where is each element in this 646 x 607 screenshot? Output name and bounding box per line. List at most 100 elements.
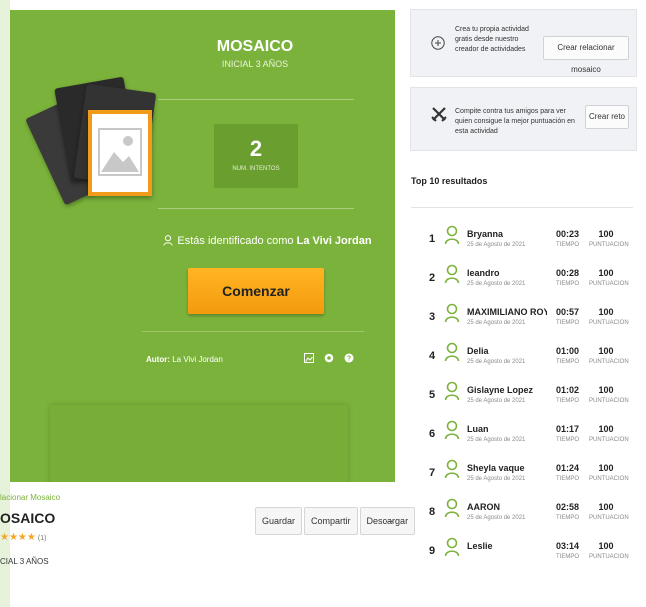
user-avatar-icon xyxy=(444,459,460,484)
score-label: PUNTUACION xyxy=(589,242,629,248)
page-title: OSAICO xyxy=(0,510,56,526)
player-name: MAXIMILIANO ROY CO... xyxy=(467,307,547,317)
time-label: TIEMPO xyxy=(556,281,580,287)
result-time: 00:23 xyxy=(556,229,580,239)
rank-number: 9 xyxy=(429,545,436,557)
player-name: leandro xyxy=(467,268,500,278)
star-icons: ★★★★ xyxy=(0,532,36,543)
score-label: PUNTUACION xyxy=(589,359,629,365)
rank-number: 3 xyxy=(429,311,436,323)
picture-icon[interactable] xyxy=(304,350,314,363)
time-label: TIEMPO xyxy=(556,437,580,443)
user-avatar-icon xyxy=(444,342,460,367)
result-date: 25 de Agosto de 2021 xyxy=(467,515,526,521)
card-icons: ? xyxy=(304,350,354,363)
more-options-button[interactable]: ... xyxy=(385,514,393,525)
level-text: CIAL 3 AÑOS xyxy=(0,557,49,566)
result-score: 100 xyxy=(598,502,614,512)
result-score: 100 xyxy=(598,268,614,278)
result-date: 25 de Agosto de 2021 xyxy=(467,242,526,248)
divider xyxy=(158,208,354,209)
svg-text:?: ? xyxy=(347,356,351,363)
player-name: Bryanna xyxy=(467,229,504,239)
result-score: 100 xyxy=(598,229,614,239)
result-date: 25 de Agosto de 2021 xyxy=(467,476,526,482)
player-name: Delia xyxy=(467,346,489,356)
rank-number: 7 xyxy=(429,467,436,479)
activity-title: MOSAICO xyxy=(216,38,294,55)
leaderboard-title: Top 10 resultados xyxy=(411,176,488,186)
plus-circle-icon xyxy=(431,36,445,55)
result-time: 01:17 xyxy=(556,424,580,434)
time-label: TIEMPO xyxy=(556,398,580,404)
time-label: TIEMPO xyxy=(556,554,580,560)
result-time: 00:28 xyxy=(556,268,580,278)
leaderboard-row: 6 Luan 25 de Agosto de 2021 01:17 TIEMPO 100 P… xyxy=(411,414,633,456)
player-name: Leslie xyxy=(467,541,493,551)
rank-number: 2 xyxy=(429,272,436,284)
leaderboard-row: 5 Gislayne Lopez 25 de Agosto de 2021 01:02… xyxy=(411,375,633,417)
result-score: 100 xyxy=(598,385,614,395)
author-line: Autor: La Vivi Jordan xyxy=(146,355,223,364)
activity-card: MOSAICO INICIAL 3 AÑOS 2 NUM. INTENTOS E… xyxy=(10,10,395,482)
time-label: TIEMPO xyxy=(556,515,580,521)
result-score: 100 xyxy=(598,424,614,434)
user-avatar-icon xyxy=(444,225,460,250)
start-button[interactable]: Comenzar xyxy=(188,268,324,314)
result-score: 100 xyxy=(598,346,614,356)
image-placeholder-icon xyxy=(88,110,152,196)
result-date: 25 de Agosto de 2021 xyxy=(467,359,526,365)
create-activity-promo: Crea tu propia actividad gratis desde nu… xyxy=(410,9,637,77)
rank-number: 5 xyxy=(429,389,436,401)
rank-number: 4 xyxy=(429,350,436,362)
result-date: 25 de Agosto de 2021 xyxy=(467,398,526,404)
result-score: 100 xyxy=(598,307,614,317)
user-avatar-icon xyxy=(444,420,460,445)
identified-prefix: Estás identificado como xyxy=(177,235,294,247)
crossed-swords-icon xyxy=(431,106,447,127)
result-time: 03:14 xyxy=(556,541,580,551)
user-avatar-icon xyxy=(444,381,460,406)
score-label: PUNTUACION xyxy=(589,476,629,482)
result-time: 02:58 xyxy=(556,502,580,512)
divider xyxy=(411,207,633,208)
leaderboard-row: 8 AARON 25 de Agosto de 2021 02:58 TIEMPO 100… xyxy=(411,492,633,534)
user-icon xyxy=(163,235,174,249)
leaderboard-row: 4 Delia 25 de Agosto de 2021 01:00 TIEMPO 100… xyxy=(411,336,633,378)
user-avatar-icon xyxy=(444,303,460,328)
gear-icon[interactable] xyxy=(324,350,334,363)
result-score: 100 xyxy=(598,541,614,551)
attempts-count: 2 xyxy=(249,136,263,161)
breadcrumb[interactable]: lacionar Mosaico xyxy=(0,493,60,502)
rank-number: 1 xyxy=(429,233,436,245)
author-name[interactable]: La Vivi Jordan xyxy=(172,355,223,364)
activity-thumbnail xyxy=(25,70,157,220)
save-button[interactable]: Guardar xyxy=(255,507,303,535)
rank-number: 8 xyxy=(429,506,436,518)
leaderboard-row: 3 MAXIMILIANO ROY CO... 25 de Agosto de 20… xyxy=(411,297,633,339)
result-date: 25 de Agosto de 2021 xyxy=(467,320,526,326)
player-name: Sheyla vaque xyxy=(467,463,525,473)
identified-user[interactable]: La Vivi Jordan xyxy=(297,235,372,247)
score-label: PUNTUACION xyxy=(589,320,629,326)
player-name: AARON xyxy=(467,502,500,512)
time-label: TIEMPO xyxy=(556,476,580,482)
help-icon[interactable]: ? xyxy=(344,350,354,363)
leaderboard-row: 9 Leslie 03:14 TIEMPO 100 PUNTUACION xyxy=(411,531,633,573)
rank-number: 6 xyxy=(429,428,436,440)
embedded-preview xyxy=(50,405,348,482)
create-challenge-button[interactable]: Crear reto xyxy=(585,105,629,129)
result-time: 00:57 xyxy=(556,307,580,317)
create-activity-text: Crea tu propia actividad gratis desde nu… xyxy=(455,26,529,53)
score-label: PUNTUACION xyxy=(589,398,629,404)
create-mosaic-button[interactable]: Crear relacionar mosaico xyxy=(543,36,629,74)
score-label: PUNTUACION xyxy=(589,515,629,521)
identified-as-text: Estás identificado como La Vivi Jordan xyxy=(150,235,385,249)
player-name: Gislayne Lopez xyxy=(467,385,534,395)
share-button[interactable]: Compartir xyxy=(304,507,358,535)
result-score: 100 xyxy=(598,463,614,473)
player-name: Luan xyxy=(467,424,489,434)
author-label: Autor: xyxy=(146,355,170,364)
user-avatar-icon xyxy=(444,264,460,289)
time-label: TIEMPO xyxy=(556,359,580,365)
